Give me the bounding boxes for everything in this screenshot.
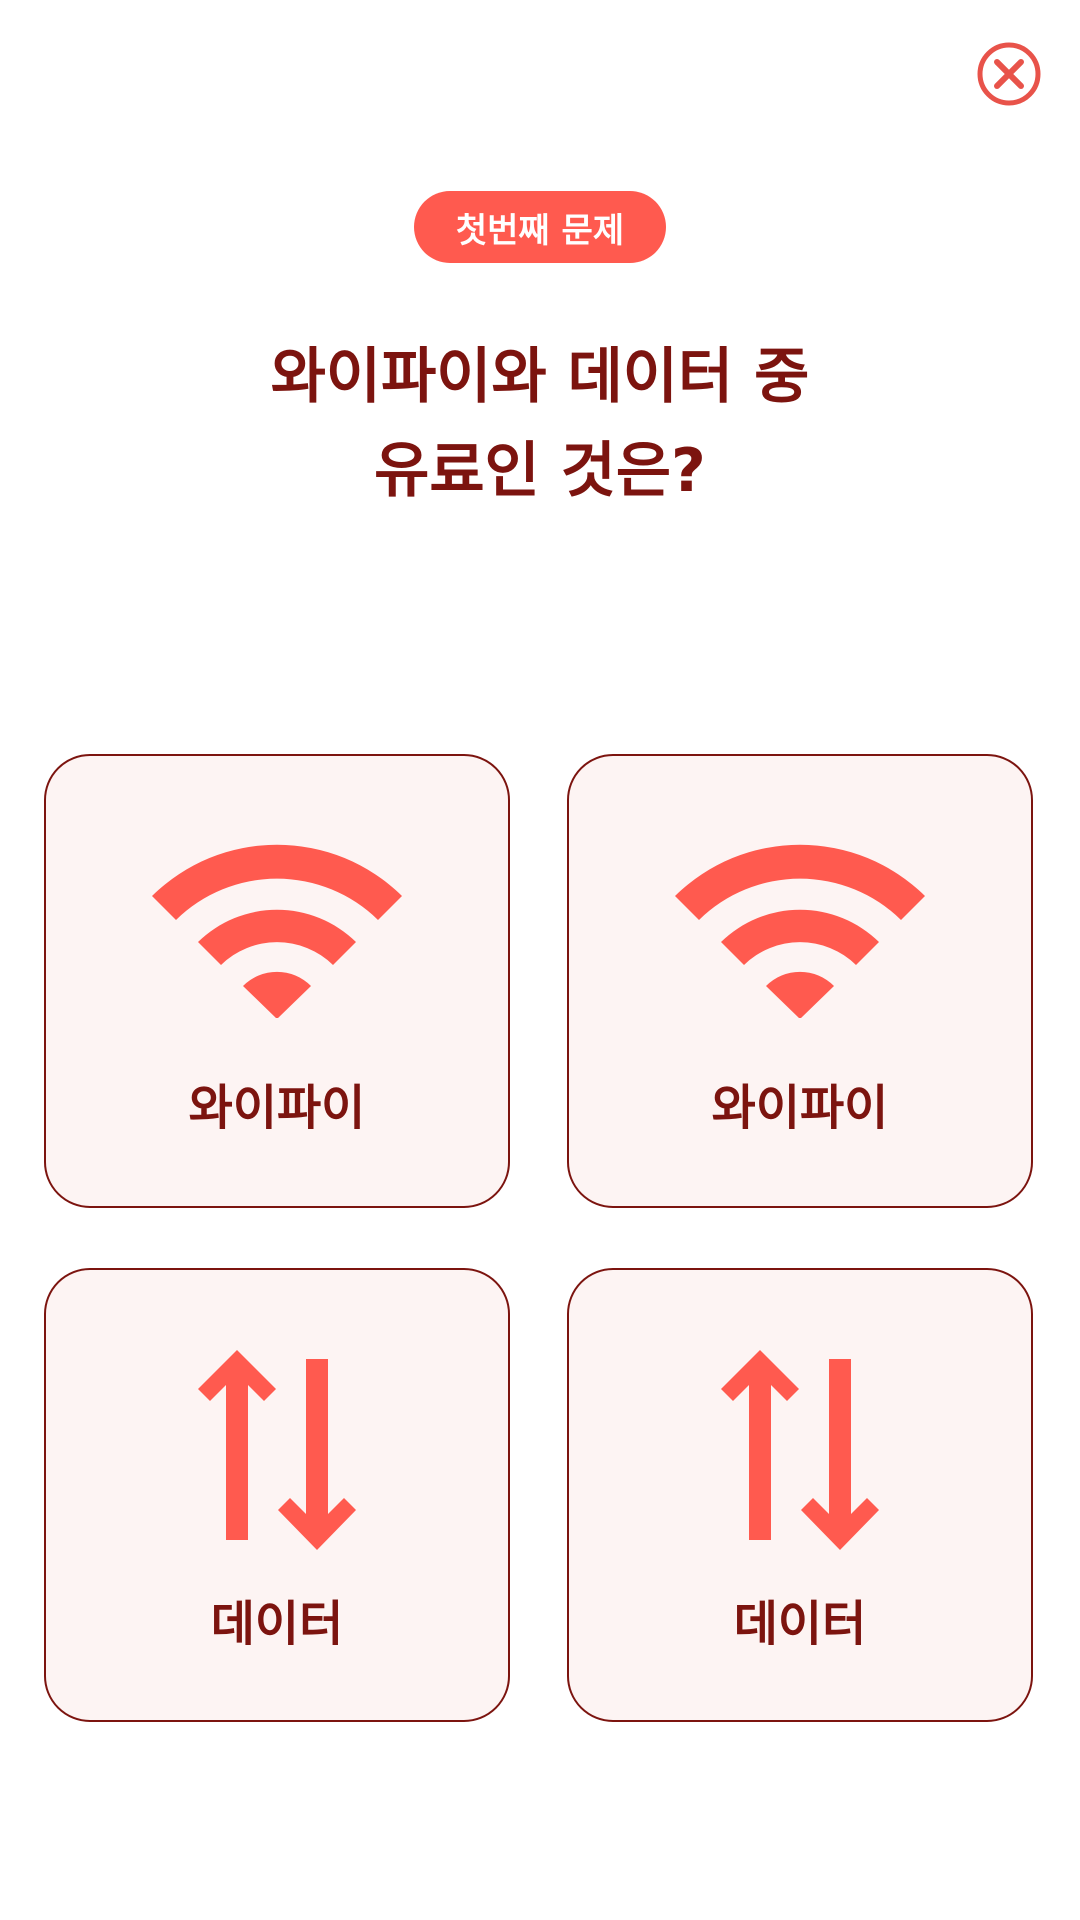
question-number-badge: 첫번째 문제 [414, 191, 666, 263]
wifi-icon [46, 842, 508, 1018]
option-label: 데이터 [733, 1596, 867, 1652]
answer-options-grid: 와이파이 와이파이 데이터 데이터 [44, 754, 1036, 1724]
option-card-wifi-2[interactable]: 와이파이 [567, 754, 1033, 1208]
badge-label: 첫번째 문제 [455, 210, 625, 251]
question-line-2: 유료인 것은? [374, 436, 706, 506]
option-card-data-2[interactable]: 데이터 [567, 1268, 1033, 1722]
option-card-data-1[interactable]: 데이터 [44, 1268, 510, 1722]
question-title: 와이파이와 데이터 중 유료인 것은? [0, 330, 1080, 518]
data-transfer-icon [46, 1350, 508, 1550]
data-transfer-icon [569, 1350, 1031, 1550]
option-label: 데이터 [210, 1596, 344, 1652]
close-button[interactable] [977, 42, 1041, 106]
close-circle-icon [977, 42, 1041, 106]
wifi-icon [569, 842, 1031, 1018]
option-label: 와이파이 [188, 1080, 366, 1136]
option-label: 와이파이 [711, 1080, 889, 1136]
question-line-1: 와이파이와 데이터 중 [270, 342, 810, 412]
option-card-wifi-1[interactable]: 와이파이 [44, 754, 510, 1208]
